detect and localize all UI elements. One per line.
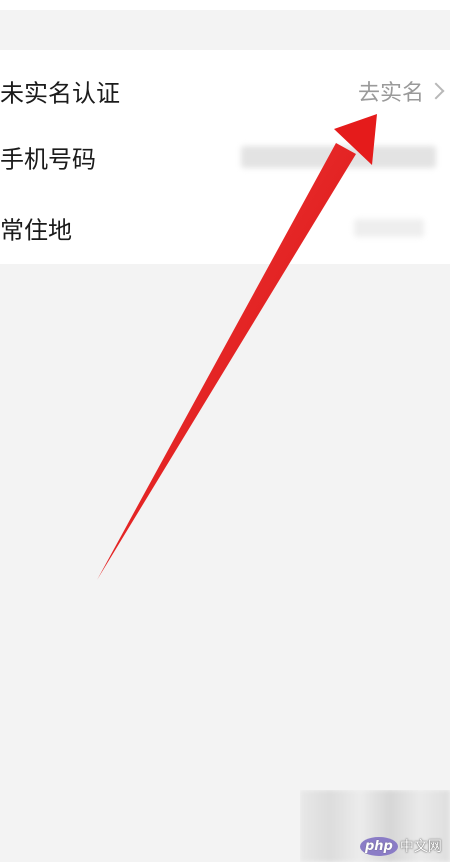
verify-link[interactable]: 去实名 (358, 75, 424, 107)
watermark-site-name: 中文网 (399, 839, 442, 855)
verification-row[interactable]: 未实名认证 去实名 (0, 56, 450, 126)
top-bar (0, 0, 450, 10)
residence-row[interactable]: 常住地 (0, 193, 450, 263)
phone-row[interactable]: 手机号码 (0, 122, 450, 192)
phone-value-redacted (241, 146, 436, 168)
phone-label: 手机号码 (0, 145, 96, 174)
watermark-php-logo: php (360, 836, 398, 856)
residence-label: 常住地 (0, 216, 72, 245)
residence-value-redacted (354, 219, 424, 237)
verification-label: 未实名认证 (0, 79, 120, 108)
chevron-right-icon (427, 82, 445, 100)
watermark-logo: php 中文网 (360, 834, 448, 858)
watermark: php 中文网 (300, 790, 450, 862)
